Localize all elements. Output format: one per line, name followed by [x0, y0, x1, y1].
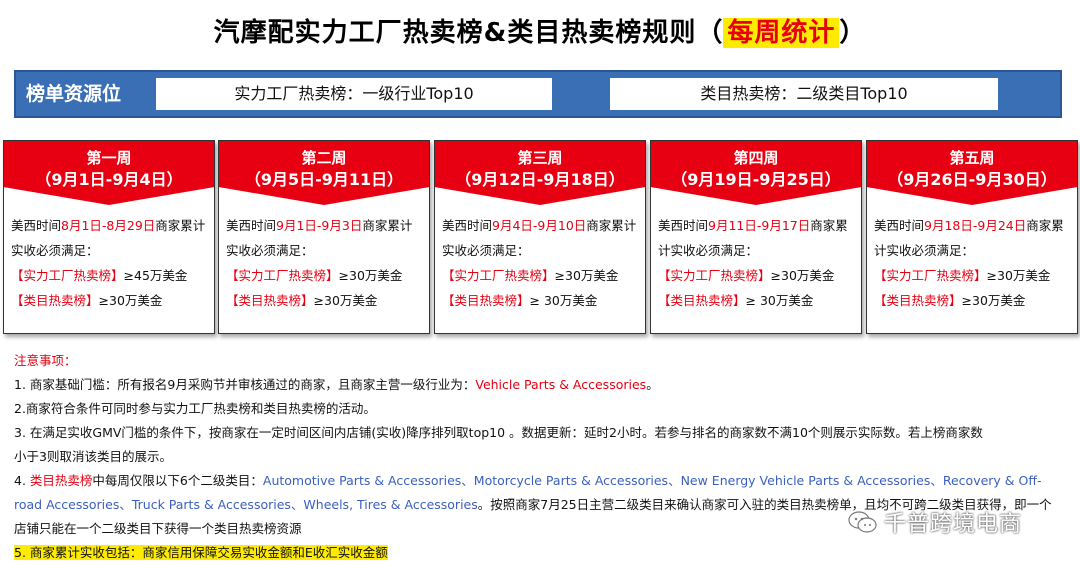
watermark: 千普跨境电商 [848, 506, 1022, 538]
week-body: 美西时间9月18日-9月24日商家累计实收必须满足： 【实力工厂热卖榜】≥30万… [867, 205, 1077, 313]
category-tag: 【类目热卖榜】 [442, 293, 530, 308]
week-dates: （9月19日-9月25日） [671, 170, 841, 189]
factory-threshold: ≥30万美金 [338, 268, 403, 283]
title-highlight: 每周统计 [723, 18, 840, 48]
week-dates: （9月12日-9月18日） [455, 170, 625, 189]
week-body: 美西时间9月11日-9月17日商家累计实收必须满足： 【实力工厂热卖榜】≥30万… [651, 205, 861, 313]
week-name: 第四周 [733, 149, 779, 167]
factory-threshold: ≥30万美金 [554, 268, 619, 283]
week-header: 第二周 （9月5日-9月11日） [219, 141, 429, 205]
week-name: 第一周 [86, 149, 132, 167]
note-3-line1: 3. 在满足实收GMV门槛的条件下，按商家在一定时间区间内店铺(实收)降序排列取… [14, 425, 983, 440]
week-name: 第五周 [949, 149, 995, 167]
note-2: 2.商家符合条件可同时参与实力工厂热卖榜和类目热卖榜的活动。 [14, 401, 376, 416]
time-prefix: 美西时间 [658, 218, 709, 233]
category-tag: 【类目热卖榜】 [658, 293, 746, 308]
week-header: 第一周 （9月1日-9月4日） [4, 141, 214, 205]
week-card-4: 第四周 （9月19日-9月25日） 美西时间9月11日-9月17日商家累计实收必… [650, 140, 862, 334]
note-1-end: 。 [646, 377, 659, 392]
week-name: 第三周 [517, 149, 563, 167]
week-card-1: 第一周 （9月1日-9月4日） 美西时间8月1日-8月29日商家累计实收必须满足… [3, 140, 215, 334]
factory-threshold: ≥30万美金 [770, 268, 835, 283]
resource-bar: 榜单资源位 实力工厂热卖榜：一级行业Top10 类目热卖榜：二级类目Top10 [14, 70, 1062, 118]
resource-label: 榜单资源位 [26, 83, 122, 105]
note-1-industry: Vehicle Parts & Accessories [475, 377, 647, 392]
time-range: 9月1日-9月3日 [276, 218, 363, 233]
week-header: 第四周 （9月19日-9月25日） [651, 141, 861, 205]
note-1-text: 1. 商家基础门槛：所有报名9月采购节并审核通过的商家，且商家主营一级行业为： [14, 377, 476, 392]
note-4-middle: 中每周仅限以下6个二级类目： [92, 473, 263, 488]
note-3: 3. 在满足实收GMV门槛的条件下，按商家在一定时间区间内店铺(实收)降序排列取… [14, 421, 1064, 469]
note-4-prefix: 4. [14, 473, 30, 488]
category-tag: 【类目热卖榜】 [11, 293, 99, 308]
note-5: 5. 商家累计实收包括：商家信用保障交易实收金额和E收汇实收金额 [14, 541, 1064, 565]
week-dates: （9月1日-9月4日） [35, 170, 183, 189]
time-range: 8月1日-8月29日 [61, 218, 156, 233]
category-threshold: ≥30万美金 [961, 293, 1026, 308]
notes-heading: 注意事项： [14, 353, 77, 368]
week-header: 第三周 （9月12日-9月18日） [435, 141, 645, 205]
note-5-text: 5. 商家累计实收包括：商家信用保障交易实收金额和E收汇实收金额 [14, 545, 388, 560]
week-card-3: 第三周 （9月12日-9月18日） 美西时间9月4日-9月10日商家累计实收必须… [434, 140, 646, 334]
factory-tag: 【实力工厂热卖榜】 [658, 268, 771, 283]
category-threshold: ≥30万美金 [313, 293, 378, 308]
time-range: 9月4日-9月10日 [492, 218, 587, 233]
factory-threshold: ≥45万美金 [123, 268, 188, 283]
factory-threshold: ≥30万美金 [986, 268, 1051, 283]
factory-tag: 【实力工厂热卖榜】 [226, 268, 339, 283]
category-tag: 【类目热卖榜】 [226, 293, 314, 308]
week-name: 第二周 [301, 149, 347, 167]
week-card-5: 第五周 （9月26日-9月30日） 美西时间9月18日-9月24日商家累计实收必… [866, 140, 1078, 334]
title-main: 汽摩配实力工厂热卖榜&类目热卖榜规则（ [213, 18, 724, 48]
week-body: 美西时间9月4日-9月10日商家累计实收必须满足： 【实力工厂热卖榜】≥30万美… [435, 205, 645, 313]
title-end: ） [839, 18, 867, 48]
category-threshold: ≥30万美金 [98, 293, 163, 308]
note-1: 1. 商家基础门槛：所有报名9月采购节并审核通过的商家，且商家主营一级行业为：V… [14, 373, 1064, 397]
week-body: 美西时间8月1日-8月29日商家累计实收必须满足： 【实力工厂热卖榜】≥45万美… [4, 205, 214, 313]
category-tag: 【类目热卖榜】 [874, 293, 962, 308]
page-title: 汽摩配实力工厂热卖榜&类目热卖榜规则（ 每周统计） [0, 12, 1080, 49]
factory-tag: 【实力工厂热卖榜】 [442, 268, 555, 283]
week-dates: （9月26日-9月30日） [887, 170, 1057, 189]
time-range: 9月18日-9月24日 [924, 218, 1027, 233]
week-body: 美西时间9月1日-9月3日商家累计实收必须满足： 【实力工厂热卖榜】≥30万美金… [219, 205, 429, 313]
time-prefix: 美西时间 [11, 218, 62, 233]
time-prefix: 美西时间 [226, 218, 277, 233]
category-threshold: ≥ 30万美金 [529, 293, 598, 308]
watermark-text: 千普跨境电商 [884, 512, 1023, 537]
wechat-icon [848, 511, 877, 533]
resource-box-factory: 实力工厂热卖榜：一级行业Top10 [156, 78, 552, 110]
week-card-2: 第二周 （9月5日-9月11日） 美西时间9月1日-9月3日商家累计实收必须满足… [218, 140, 430, 334]
time-range: 9月11日-9月17日 [708, 218, 811, 233]
note-3-line2: 小于3则取消该类目的展示。 [14, 449, 172, 464]
time-prefix: 美西时间 [874, 218, 925, 233]
resource-box-category: 类目热卖榜：二级类目Top10 [610, 78, 998, 110]
category-threshold: ≥ 30万美金 [745, 293, 814, 308]
time-prefix: 美西时间 [442, 218, 493, 233]
note-4-list-name: 类目热卖榜 [29, 473, 93, 488]
factory-tag: 【实力工厂热卖榜】 [11, 268, 124, 283]
week-dates: （9月5日-9月11日） [244, 170, 404, 189]
week-header: 第五周 （9月26日-9月30日） [867, 141, 1077, 205]
factory-tag: 【实力工厂热卖榜】 [874, 268, 987, 283]
